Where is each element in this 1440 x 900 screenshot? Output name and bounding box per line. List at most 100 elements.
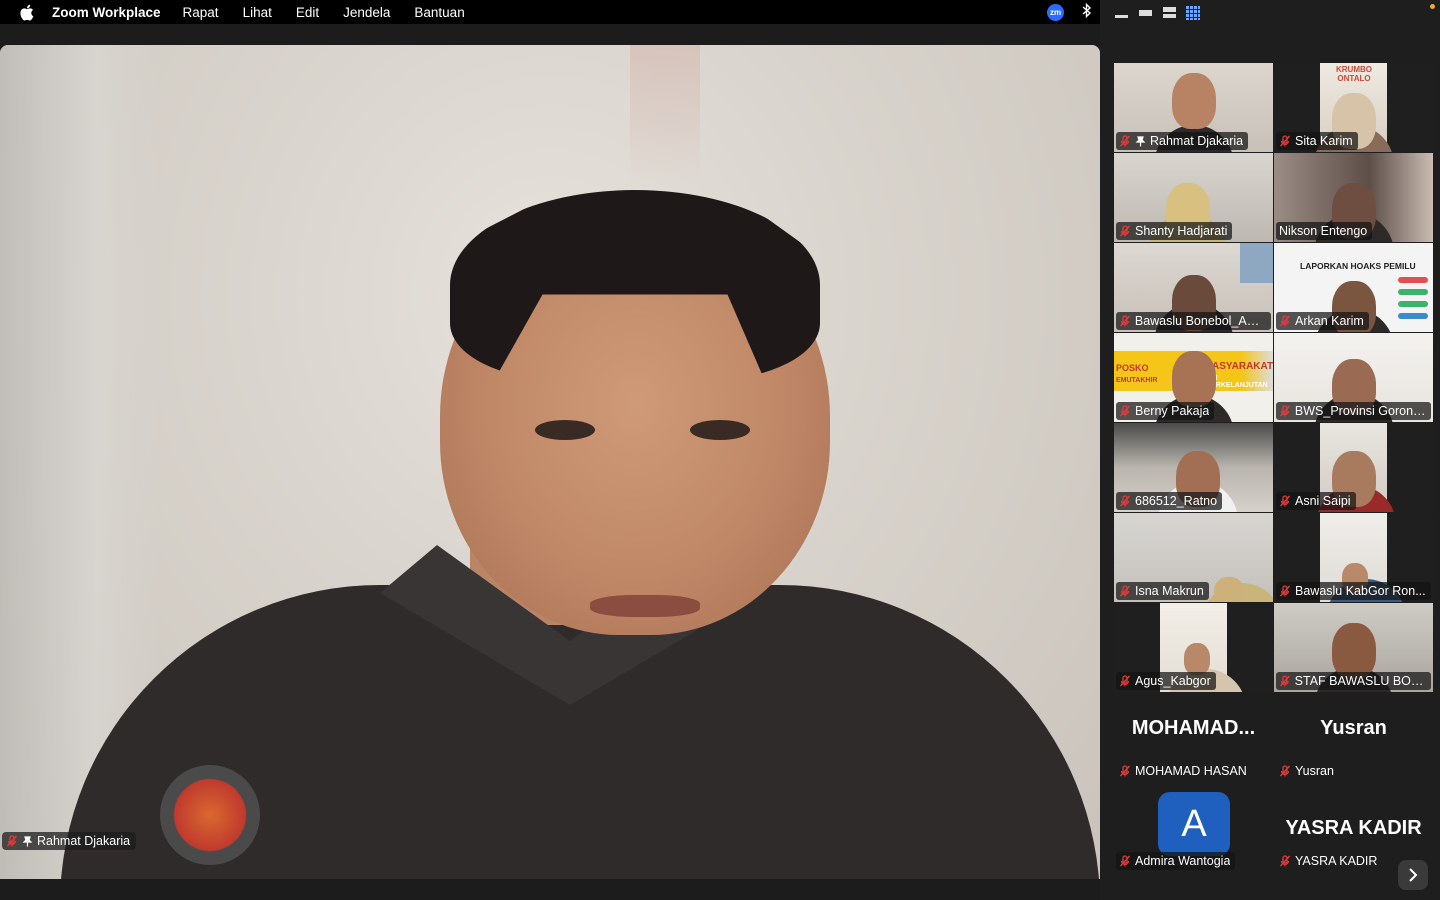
participant-tile[interactable]: Yusran Yusran — [1274, 693, 1433, 782]
participant-tile[interactable]: 686512_Ratno — [1114, 423, 1273, 512]
speaker-name-tag: Rahmat Djakaria — [2, 832, 137, 850]
tile-person-face — [1332, 623, 1376, 679]
speaker-name: Rahmat Djakaria — [37, 834, 131, 848]
participant-tile[interactable]: Shanty Hadjarati — [1114, 153, 1273, 242]
participant-tile[interactable]: Bawaslu KabGor Ron... — [1274, 513, 1433, 602]
participant-label: Sita Karim — [1276, 132, 1358, 150]
menu-jendela[interactable]: Jendela — [343, 5, 390, 20]
participant-name: BWS_Provinsi Goront... — [1294, 404, 1426, 418]
muted-mic-icon — [1279, 675, 1290, 687]
participant-label: MOHAMAD HASAN — [1116, 762, 1252, 780]
participant-label: Nikson Entengo — [1276, 222, 1373, 240]
apple-menu-icon[interactable] — [0, 4, 52, 21]
participant-label: Arkan Karim — [1276, 312, 1369, 330]
participant-tile[interactable]: YASRA KADIR YASRA KADIR — [1274, 783, 1433, 872]
participant-tile[interactable]: Isna Makrun — [1114, 513, 1273, 602]
menu-edit[interactable]: Edit — [296, 5, 319, 20]
menu-app-name[interactable]: Zoom Workplace — [52, 5, 161, 20]
bluetooth-icon[interactable] — [1082, 2, 1092, 21]
tile-banner-text: EMUTAKHIR — [1116, 377, 1158, 384]
participant-label: Asni Saipi — [1276, 492, 1356, 510]
participant-tile[interactable]: STAF BAWASLU BOA... — [1274, 603, 1433, 692]
participant-tile[interactable]: Agus_Kabgor — [1114, 603, 1273, 692]
menu-bar: Zoom Workplace Rapat Lihat Edit Jendela … — [0, 0, 1100, 24]
zoom-status-icon[interactable]: zm — [1047, 3, 1064, 21]
participant-name: Agus_Kabgor — [1135, 674, 1211, 688]
participant-display-name: YASRA KADIR — [1285, 817, 1422, 839]
participant-label: Admira Wantogia — [1116, 852, 1236, 870]
muted-mic-icon — [1119, 135, 1131, 147]
participant-name: Arkan Karim — [1295, 314, 1364, 328]
participant-name: Yusran — [1295, 764, 1334, 778]
participant-label: Berny Pakaja — [1116, 402, 1215, 420]
muted-mic-icon — [1279, 855, 1291, 867]
menu-bantuan[interactable]: Bantuan — [414, 5, 464, 20]
gallery-view-icon[interactable] — [1186, 6, 1200, 20]
tile-person-face — [1172, 351, 1216, 407]
participant-label: Yusran — [1276, 762, 1339, 780]
participant-tile[interactable]: BWS_Provinsi Goront... — [1274, 333, 1433, 422]
tile-banner-text: LIH BERKELANJUTAN — [1206, 375, 1268, 389]
participant-name: MOHAMAD HASAN — [1135, 764, 1247, 778]
participant-name: Sita Karim — [1295, 134, 1353, 148]
participant-label: Agus_Kabgor — [1116, 672, 1216, 690]
participant-label: BWS_Provinsi Goront... — [1276, 402, 1431, 420]
participant-display-name: MOHAMAD... — [1131, 717, 1256, 739]
participant-name: YASRA KADIR — [1295, 854, 1378, 868]
background-object — [630, 45, 700, 185]
participant-name: Bawaslu KabGor Ron... — [1295, 584, 1426, 598]
muted-mic-icon — [1119, 855, 1131, 867]
muted-mic-icon — [1119, 495, 1131, 507]
muted-mic-icon — [1279, 585, 1291, 597]
menu-rapat[interactable]: Rapat — [183, 5, 219, 20]
participant-label: 686512_Ratno — [1116, 492, 1223, 510]
muted-mic-icon — [1119, 585, 1131, 597]
participant-name: Nikson Entengo — [1279, 224, 1368, 238]
participant-tile[interactable]: POSKO ASYARAKAT EMUTAKHIR LIH BERKELANJU… — [1114, 333, 1273, 422]
menu-lihat[interactable]: Lihat — [243, 5, 272, 20]
muted-mic-icon — [1279, 495, 1291, 507]
participant-tile[interactable]: A Admira Wantogia — [1114, 783, 1273, 872]
participant-name: Admira Wantogia — [1135, 854, 1231, 868]
participant-label: Bawaslu KabGor Ron... — [1276, 582, 1431, 600]
pin-icon — [22, 835, 33, 847]
participant-label: YASRA KADIR — [1276, 852, 1382, 870]
participant-name: 686512_Ratno — [1135, 494, 1218, 508]
tile-person-face — [1214, 577, 1244, 602]
participant-label: STAF BAWASLU BOA... — [1276, 672, 1431, 690]
participant-tile[interactable]: Bawaslu Bonebol_Am... — [1114, 243, 1273, 332]
tile-banner-text: ASYARAKAT — [1212, 361, 1273, 372]
muted-mic-icon — [1279, 405, 1290, 417]
tile-banner-decoration — [1398, 277, 1428, 283]
speaker-eye-left — [535, 420, 595, 440]
recording-indicator-dot — [1430, 4, 1435, 9]
muted-mic-icon — [6, 835, 18, 847]
participant-tile[interactable]: Rahmat Djakaria — [1114, 63, 1273, 152]
next-page-button[interactable] — [1398, 860, 1428, 890]
participant-tile[interactable]: Asni Saipi — [1274, 423, 1433, 512]
participant-tile[interactable]: LAPORKAN HOAKS PEMILU Arkan Karim — [1274, 243, 1433, 332]
participant-name: Berny Pakaja — [1135, 404, 1210, 418]
speaker-strip-view-icon[interactable] — [1138, 6, 1152, 20]
muted-mic-icon — [1119, 225, 1131, 237]
tile-banner-decoration — [1398, 289, 1428, 295]
pin-icon — [1135, 135, 1146, 146]
tile-banner-decoration — [1398, 301, 1428, 307]
minimize-view-icon[interactable] — [1114, 6, 1128, 20]
muted-mic-icon — [1279, 315, 1291, 327]
speaker-view: Rahmat Djakaria — [0, 24, 1100, 900]
participant-name: Asni Saipi — [1295, 494, 1351, 508]
participant-tile-active-speaker[interactable]: Nikson Entengo — [1274, 153, 1433, 242]
participant-tile[interactable]: MOHAMAD... MOHAMAD HASAN — [1114, 693, 1273, 782]
layout-switcher — [1114, 6, 1200, 20]
tile-banner-text: KRUMBO ONTALO — [1336, 65, 1372, 83]
participant-name: Rahmat Djakaria — [1150, 134, 1244, 148]
participant-label: Rahmat Djakaria — [1116, 132, 1249, 150]
participant-name: Bawaslu Bonebol_Am... — [1134, 314, 1266, 328]
uniform-badge — [160, 765, 260, 865]
participant-label: Isna Makrun — [1116, 582, 1209, 600]
speaker-video[interactable] — [0, 45, 1100, 879]
muted-mic-icon — [1279, 135, 1291, 147]
participant-tile[interactable]: KRUMBO ONTALO Sita Karim — [1274, 63, 1433, 152]
side-by-side-view-icon[interactable] — [1162, 6, 1176, 20]
